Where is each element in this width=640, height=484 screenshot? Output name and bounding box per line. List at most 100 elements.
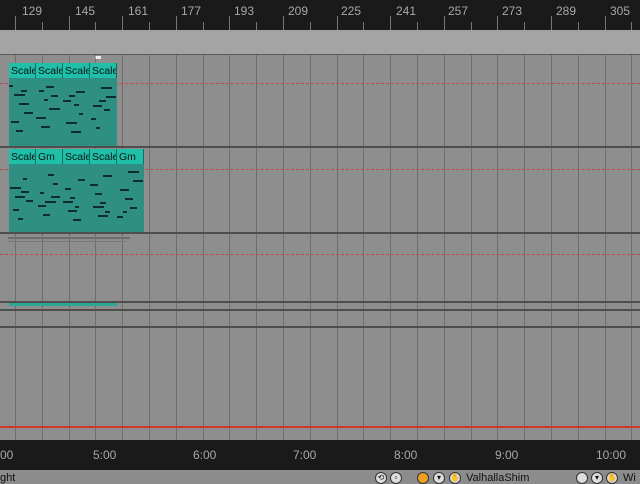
- midi-clip[interactable]: Gm: [36, 149, 63, 232]
- midi-note: [46, 86, 54, 88]
- midi-note: [123, 211, 127, 213]
- ruler-tick: [256, 22, 257, 30]
- chevron-down-icon[interactable]: ▾: [433, 472, 445, 484]
- track-1-lane[interactable]: Scale Scale Scale Scale: [0, 63, 640, 146]
- bar-number: 257: [448, 4, 469, 18]
- ruler-tick: [122, 16, 123, 30]
- midi-note: [16, 130, 23, 132]
- clip-title: Scale: [36, 63, 63, 78]
- midi-note: [26, 200, 33, 202]
- midi-note: [13, 209, 19, 211]
- midi-note: [78, 179, 85, 181]
- chevron-down-icon[interactable]: ▾: [591, 472, 603, 484]
- midi-note: [76, 91, 85, 93]
- track-separator: [0, 309, 640, 311]
- time-label: 8:00: [394, 448, 418, 462]
- ruler-tick: [95, 22, 96, 30]
- midi-note: [117, 216, 123, 218]
- midi-note: [19, 103, 29, 105]
- midi-note: [95, 193, 102, 195]
- clip-title: Scale: [9, 149, 36, 164]
- track-separator: [0, 232, 640, 234]
- midi-clip[interactable]: Scale: [9, 63, 36, 146]
- loop-boundary: [0, 254, 640, 255]
- ruler-tick: [497, 16, 498, 30]
- midi-note: [51, 196, 60, 198]
- midi-note: [40, 192, 44, 194]
- ruler-tick: [337, 16, 338, 30]
- bar-number: 209: [288, 4, 309, 18]
- hand-icon[interactable]: ✋: [606, 472, 618, 484]
- time-label: 5:00: [93, 448, 117, 462]
- ruler-tick: [444, 16, 445, 30]
- midi-note: [70, 197, 75, 199]
- clip-title: Scale: [63, 149, 90, 164]
- arrangement-view[interactable]: Scale Scale Scale Scale Scale Gm Scale S…: [0, 55, 640, 440]
- midi-note: [99, 100, 106, 102]
- midi-clip[interactable]: Scale: [63, 63, 90, 146]
- midi-note: [74, 104, 79, 106]
- midi-clip[interactable]: Scale: [90, 63, 117, 146]
- midi-note: [73, 219, 81, 221]
- time-label: 10:00: [596, 448, 627, 462]
- midi-note: [15, 196, 25, 198]
- clip-title: Scale: [9, 63, 36, 78]
- clip-title: Scale: [63, 63, 90, 78]
- ruler-tick: [578, 22, 579, 30]
- clip-title: Gm: [117, 149, 144, 164]
- midi-note: [43, 214, 50, 216]
- midi-clip[interactable]: Scale: [36, 63, 63, 146]
- midi-note: [100, 202, 106, 204]
- midi-clip[interactable]: Scale: [90, 149, 117, 232]
- hand-icon[interactable]: ✋: [449, 472, 461, 484]
- midi-note: [128, 171, 139, 173]
- bar-ruler[interactable]: 129 145 161 177 193 209 225 241 257 273 …: [0, 0, 640, 30]
- midi-clip[interactable]: Gm: [117, 149, 144, 232]
- track-2-lane[interactable]: Scale Gm Scale Scale Gm: [0, 149, 640, 232]
- time-ruler[interactable]: 00 5:00 6:00 7:00 8:00 9:00 10:00: [0, 440, 640, 470]
- device-icon[interactable]: ▫: [390, 472, 402, 484]
- midi-clip[interactable]: Scale: [9, 149, 36, 232]
- midi-note: [45, 201, 56, 203]
- clip-strip[interactable]: [9, 303, 117, 306]
- midi-note: [93, 105, 102, 107]
- midi-note: [106, 96, 116, 98]
- midi-note: [96, 127, 100, 129]
- bar-number: 225: [341, 4, 362, 18]
- midi-note: [79, 113, 83, 115]
- ruler-tick: [149, 22, 150, 30]
- power-icon[interactable]: [417, 472, 429, 484]
- ruler-tick: [390, 16, 391, 30]
- midi-note: [36, 117, 46, 119]
- midi-note: [63, 100, 71, 102]
- midi-note: [120, 189, 129, 191]
- device-name: ValhallaShim: [466, 472, 530, 484]
- bar-number: 305: [610, 4, 631, 18]
- loop-brace-strip[interactable]: [0, 30, 640, 55]
- midi-note: [14, 94, 25, 96]
- status-bar: ght ⟲ ▫ ▾ ✋ ValhallaShim ▾ ✋ Wi: [0, 470, 640, 484]
- fold-icon[interactable]: ⟲: [375, 472, 387, 484]
- playhead-range-bar: [0, 426, 640, 428]
- ruler-tick: [310, 22, 311, 30]
- ruler-tick: [471, 22, 472, 30]
- midi-note: [9, 85, 13, 87]
- clip-title: Scale: [90, 63, 117, 78]
- midi-clip[interactable]: Scale: [63, 149, 90, 232]
- midi-note: [90, 184, 98, 186]
- ruler-tick: [69, 16, 70, 30]
- midi-note: [66, 122, 77, 124]
- midi-note: [21, 90, 27, 92]
- midi-note: [10, 187, 21, 189]
- power-icon[interactable]: [576, 472, 588, 484]
- ruler-tick: [363, 22, 364, 30]
- device-name: Wi: [623, 472, 636, 484]
- time-label: 00: [0, 448, 14, 462]
- midi-note: [101, 87, 112, 89]
- midi-note: [98, 215, 108, 217]
- midi-note: [23, 178, 27, 180]
- track-separator: [0, 326, 640, 328]
- clip-title: Scale: [90, 149, 117, 164]
- midi-note: [93, 206, 104, 208]
- midi-note: [51, 95, 58, 97]
